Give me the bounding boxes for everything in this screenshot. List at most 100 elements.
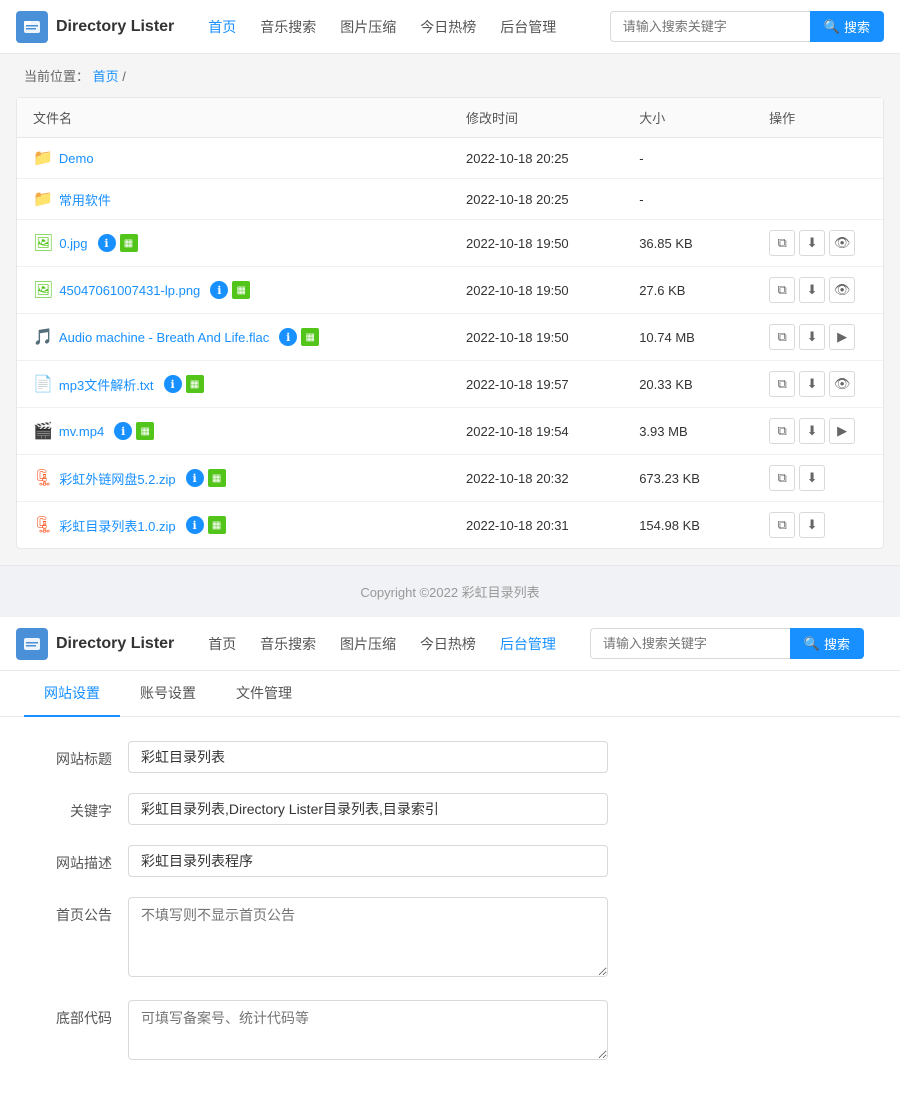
eye-btn[interactable]: 👁 xyxy=(829,371,855,397)
nav-trending[interactable]: 今日热榜 xyxy=(410,11,486,43)
footer: Copyright ©2022 彩虹目录列表 xyxy=(0,565,900,617)
input-site-title-wrap xyxy=(128,741,608,773)
breadcrumb-home[interactable]: 首页 xyxy=(93,69,119,84)
info-icon[interactable]: ℹ xyxy=(186,516,204,534)
action-icons: ⧉⬇▶ xyxy=(769,418,867,444)
copy-btn[interactable]: ⧉ xyxy=(769,277,795,303)
file-name-link[interactable]: mv.mp4 xyxy=(59,424,104,439)
play-btn[interactable]: ▶ xyxy=(829,324,855,350)
copy-btn[interactable]: ⧉ xyxy=(769,371,795,397)
bottom-search-input[interactable] xyxy=(590,628,790,659)
top-search-input[interactable] xyxy=(610,11,810,42)
qr-icon[interactable]: ▦ xyxy=(120,234,138,252)
copy-btn[interactable]: ⧉ xyxy=(769,512,795,538)
download-btn[interactable]: ⬇ xyxy=(799,418,825,444)
qr-icon[interactable]: ▦ xyxy=(208,516,226,534)
bottom-nav-trending[interactable]: 今日热榜 xyxy=(410,630,486,658)
nav-home[interactable]: 首页 xyxy=(198,11,246,43)
info-icon[interactable]: ℹ xyxy=(114,422,132,440)
qr-icon[interactable]: ▦ xyxy=(301,328,319,346)
col-header-size: 大小 xyxy=(623,98,753,138)
qr-icon[interactable]: ▦ xyxy=(208,469,226,487)
file-name-col: 🗜 彩虹目录列表1.0.zip ℹ ▦ xyxy=(17,502,450,549)
qr-icon[interactable]: ▦ xyxy=(232,281,250,299)
settings-form: 网站标题 关键字 网站描述 首页公告 底部代码 xyxy=(0,717,900,1107)
tab-file-management[interactable]: 文件管理 xyxy=(216,671,312,717)
file-size-col: 673.23 KB xyxy=(623,455,753,502)
brand-icon xyxy=(16,11,48,43)
tab-account-settings[interactable]: 账号设置 xyxy=(120,671,216,717)
nav-admin[interactable]: 后台管理 xyxy=(490,11,566,43)
brand-logo[interactable]: Directory Lister xyxy=(16,11,174,43)
file-time-col: 2022-10-18 20:25 xyxy=(450,138,623,179)
breadcrumb: 当前位置： 首页 / xyxy=(0,54,900,97)
file-name-cell: 🗜 彩虹外链网盘5.2.zip ℹ ▦ xyxy=(33,468,434,488)
info-icon[interactable]: ℹ xyxy=(186,469,204,487)
file-name-link[interactable]: 彩虹外链网盘5.2.zip xyxy=(59,469,175,488)
bottom-nav-home[interactable]: 首页 xyxy=(198,630,246,658)
label-description: 网站描述 xyxy=(32,845,112,873)
download-btn[interactable]: ⬇ xyxy=(799,324,825,350)
info-icon[interactable]: ℹ xyxy=(210,281,228,299)
download-btn[interactable]: ⬇ xyxy=(799,230,825,256)
file-name-link[interactable]: 常用软件 xyxy=(59,190,111,209)
info-icon[interactable]: ℹ xyxy=(98,234,116,252)
file-time-col: 2022-10-18 19:50 xyxy=(450,220,623,267)
file-name-link[interactable]: 彩虹目录列表1.0.zip xyxy=(59,516,175,535)
file-name-link[interactable]: Audio machine - Breath And Life.flac xyxy=(59,330,269,345)
qr-icon[interactable]: ▦ xyxy=(136,422,154,440)
info-icons: ℹ ▦ xyxy=(210,281,250,299)
bottom-search-icon: 🔍 xyxy=(804,636,820,652)
file-name-link[interactable]: 45047061007431-lp.png xyxy=(59,283,200,298)
file-size-col: 10.74 MB xyxy=(623,314,753,361)
bottom-nav-music[interactable]: 音乐搜索 xyxy=(250,630,326,658)
file-name-link[interactable]: 0.jpg xyxy=(59,236,87,251)
label-footer-code: 底部代码 xyxy=(32,1000,112,1028)
admin-tabs: 网站设置 账号设置 文件管理 xyxy=(0,671,900,717)
copy-btn[interactable]: ⧉ xyxy=(769,465,795,491)
nav-compress[interactable]: 图片压缩 xyxy=(330,11,406,43)
textarea-notice[interactable] xyxy=(128,897,608,977)
col-header-action: 操作 xyxy=(753,98,883,138)
tab-site-settings[interactable]: 网站设置 xyxy=(24,671,120,717)
download-btn[interactable]: ⬇ xyxy=(799,277,825,303)
download-btn[interactable]: ⬇ xyxy=(799,371,825,397)
label-keywords: 关键字 xyxy=(32,793,112,821)
eye-btn[interactable]: 👁 xyxy=(829,230,855,256)
file-name-link[interactable]: mp3文件解析.txt xyxy=(59,375,154,394)
copy-btn[interactable]: ⧉ xyxy=(769,324,795,350)
play-btn[interactable]: ▶ xyxy=(829,418,855,444)
file-name-link[interactable]: Demo xyxy=(59,151,94,166)
bottom-brand-logo[interactable]: Directory Lister xyxy=(16,628,174,660)
copy-btn[interactable]: ⧉ xyxy=(769,418,795,444)
table-row: 🎵 Audio machine - Breath And Life.flac ℹ… xyxy=(17,314,883,361)
input-site-title[interactable] xyxy=(128,741,608,773)
copy-btn[interactable]: ⧉ xyxy=(769,230,795,256)
admin-section: Directory Lister 首页 音乐搜索 图片压缩 今日热榜 后台管理 … xyxy=(0,617,900,1107)
eye-btn[interactable]: 👁 xyxy=(829,277,855,303)
bottom-search-btn[interactable]: 🔍 搜索 xyxy=(790,628,864,659)
file-action-col: ⧉⬇▶ xyxy=(753,408,883,455)
bottom-nav-links: 首页 音乐搜索 图片压缩 今日热榜 后台管理 xyxy=(198,634,566,654)
file-action-col: ⧉⬇👁 xyxy=(753,220,883,267)
info-icon[interactable]: ℹ xyxy=(164,375,182,393)
file-name-col: 🖼 0.jpg ℹ ▦ xyxy=(17,220,450,267)
bottom-nav-admin[interactable]: 后台管理 xyxy=(490,630,566,658)
brand-name: Directory Lister xyxy=(56,18,174,36)
table-row: 📄 mp3文件解析.txt ℹ ▦ 2022-10-18 19:57 20.33… xyxy=(17,361,883,408)
file-action-col: ⧉⬇👁 xyxy=(753,361,883,408)
bottom-navbar: Directory Lister 首页 音乐搜索 图片压缩 今日热榜 后台管理 … xyxy=(0,617,900,671)
folder-icon: 📁 xyxy=(33,189,53,209)
info-icon[interactable]: ℹ xyxy=(279,328,297,346)
download-btn[interactable]: ⬇ xyxy=(799,512,825,538)
search-icon: 🔍 xyxy=(824,19,840,35)
input-keywords[interactable] xyxy=(128,793,608,825)
file-type-icon: 🎵 xyxy=(33,327,53,347)
top-search-btn[interactable]: 🔍 搜索 xyxy=(810,11,884,42)
download-btn[interactable]: ⬇ xyxy=(799,465,825,491)
qr-icon[interactable]: ▦ xyxy=(186,375,204,393)
input-description[interactable] xyxy=(128,845,608,877)
nav-music[interactable]: 音乐搜索 xyxy=(250,11,326,43)
bottom-nav-compress[interactable]: 图片压缩 xyxy=(330,630,406,658)
textarea-footer-code[interactable] xyxy=(128,1000,608,1060)
